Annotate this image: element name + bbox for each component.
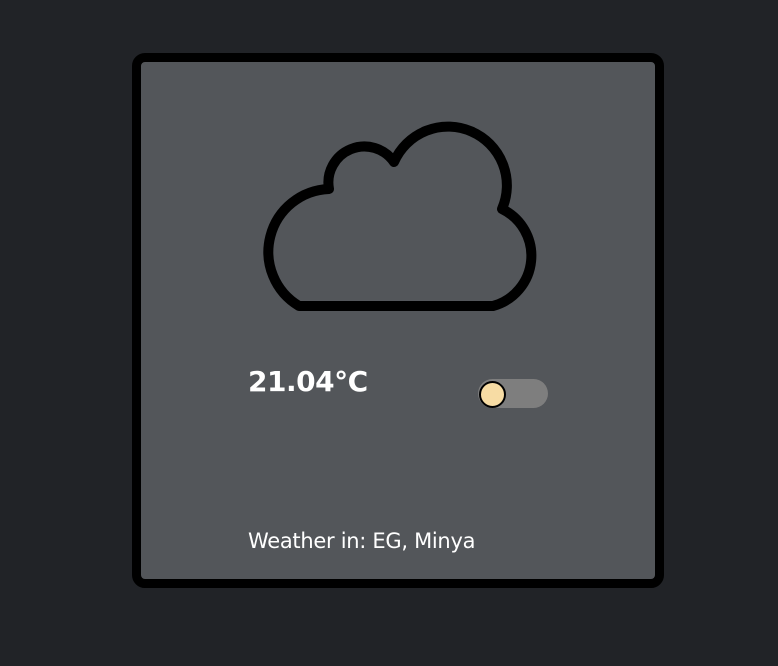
temperature-value: 21.04°C [248, 365, 368, 398]
cloud-icon [263, 121, 537, 311]
page: 21.04°C Weather in: EG, Minya [0, 0, 778, 666]
weather-card: 21.04°C Weather in: EG, Minya [132, 53, 664, 588]
toggle-knob[interactable] [479, 381, 506, 408]
location-label: Weather in: EG, Minya [248, 529, 476, 553]
unit-toggle[interactable] [478, 379, 548, 408]
